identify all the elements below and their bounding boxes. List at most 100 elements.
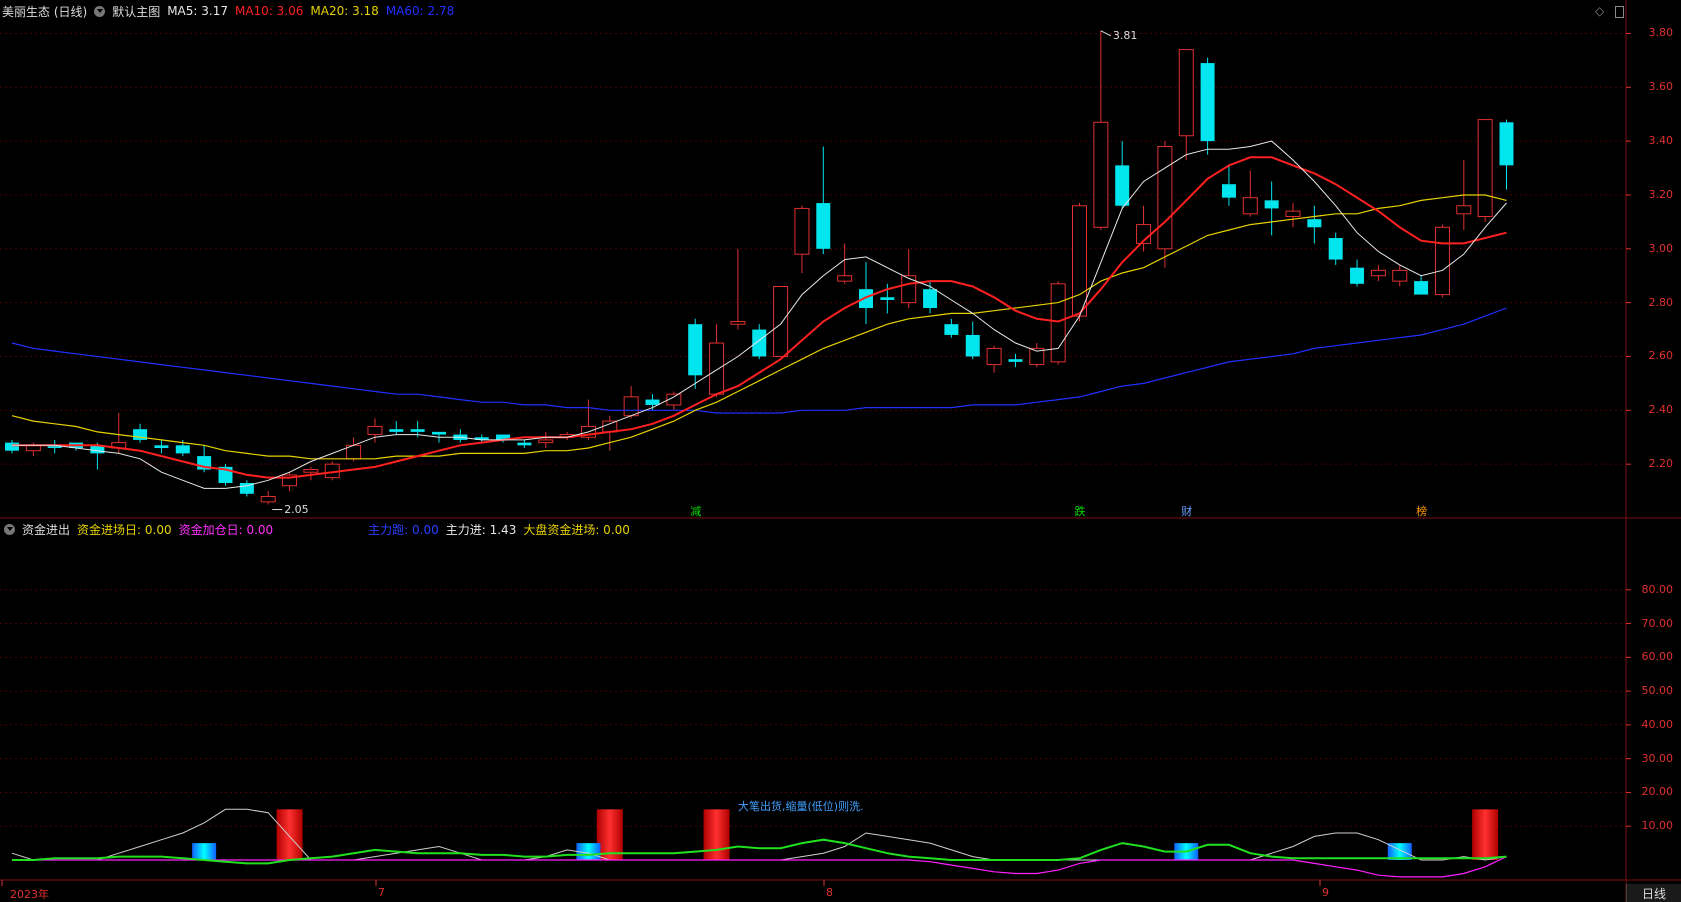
candle-body-up bbox=[367, 425, 383, 436]
price-axis-label: 2.40 bbox=[1648, 403, 1674, 417]
candle-body-up bbox=[260, 495, 276, 503]
candle-body-down bbox=[645, 399, 660, 405]
sub-magenta-line bbox=[12, 856, 1507, 878]
candle-body-up bbox=[1370, 269, 1386, 277]
candle-body-down bbox=[1307, 219, 1322, 228]
template-name[interactable]: 默认主图 bbox=[112, 3, 160, 20]
candle-body-down bbox=[1008, 359, 1023, 362]
sub-axis-label: 50.00 bbox=[1641, 684, 1674, 698]
candle-body-up bbox=[1285, 210, 1301, 218]
candle-body-down bbox=[1350, 267, 1365, 284]
candle-body-down bbox=[752, 329, 767, 357]
candle-body-up bbox=[1477, 119, 1493, 218]
candle-body-up bbox=[1392, 269, 1408, 282]
sub-cyan-bar bbox=[192, 843, 217, 860]
sub-white-line bbox=[11, 808, 1507, 861]
indicator-dropdown-icon[interactable] bbox=[4, 523, 15, 535]
candle-body-down bbox=[5, 442, 19, 451]
price-axis-label: 3.40 bbox=[1648, 134, 1674, 148]
ma10-line bbox=[12, 156, 1507, 479]
candle-body-down bbox=[1264, 200, 1279, 209]
ma20-readout: MA20: 3.18 bbox=[310, 4, 379, 18]
template-dropdown-icon[interactable] bbox=[94, 5, 106, 17]
candle-body-down bbox=[410, 429, 425, 432]
sub-red-bar bbox=[1472, 809, 1499, 860]
sub-axis-label: 30.00 bbox=[1641, 751, 1674, 765]
candle-body-down bbox=[389, 429, 404, 432]
signal-marker: 减 bbox=[690, 505, 702, 518]
price-axis-label: 2.80 bbox=[1648, 295, 1674, 309]
candle-body-up bbox=[1093, 121, 1109, 228]
price-axis-label: 3.00 bbox=[1648, 241, 1674, 255]
candle-body-up bbox=[623, 396, 639, 417]
candle-body-down bbox=[859, 289, 873, 309]
diamond-icon[interactable]: ◇ bbox=[1595, 4, 1604, 18]
candle-body-down bbox=[1328, 238, 1343, 260]
signal-marker: 跌 bbox=[1074, 505, 1086, 518]
signal-marker: 财 bbox=[1181, 505, 1193, 518]
ma5-readout: MA5: 3.17 bbox=[167, 4, 228, 18]
sub-axis-label: 80.00 bbox=[1641, 582, 1674, 596]
high-marker bbox=[1100, 30, 1112, 37]
sub-axis-label: 60.00 bbox=[1641, 650, 1674, 664]
candle-body-down bbox=[1115, 165, 1130, 206]
candle-body-up bbox=[1242, 197, 1258, 215]
candle-body-up bbox=[1178, 49, 1194, 137]
candle-body-up bbox=[1072, 205, 1087, 317]
sub-axis-label: 70.00 bbox=[1641, 616, 1674, 630]
high-price-label: 3.81 bbox=[1112, 28, 1138, 42]
candle-body-up bbox=[709, 342, 725, 395]
time-axis-label: 8 bbox=[826, 886, 833, 899]
candle-body-down bbox=[154, 445, 169, 449]
stock-title[interactable]: 美丽生态 (日线) bbox=[2, 3, 87, 20]
main-in-readout: 主力进: 1.43 bbox=[445, 522, 517, 537]
price-axis-label: 3.80 bbox=[1648, 26, 1674, 40]
big-entry-readout: 大盘资金进场: 0.00 bbox=[523, 522, 630, 537]
candle-body-down bbox=[175, 445, 190, 454]
sub-red-bar bbox=[703, 809, 730, 860]
sub-axis-label: 40.00 bbox=[1641, 717, 1674, 731]
sub-axis-label: 20.00 bbox=[1641, 785, 1674, 799]
candle-body-down bbox=[1200, 63, 1215, 142]
signal-marker: 榜 bbox=[1416, 505, 1428, 518]
candle-body-up bbox=[602, 420, 618, 433]
candle-body-up bbox=[730, 320, 746, 325]
candle-body-up bbox=[538, 439, 554, 444]
low-price-label: 2.05 bbox=[284, 502, 309, 516]
candle-body-up bbox=[837, 275, 853, 282]
ma5-line bbox=[12, 140, 1507, 489]
candle-body-down bbox=[816, 203, 831, 249]
candle-body-up bbox=[773, 285, 789, 357]
candle-body-up bbox=[1050, 283, 1066, 363]
stock-chart[interactable] bbox=[0, 0, 1681, 902]
candle-body-up bbox=[1434, 226, 1450, 296]
time-axis-label: 2023年 bbox=[10, 888, 49, 901]
candle-body-down bbox=[923, 289, 938, 309]
price-axis-label: 2.60 bbox=[1648, 349, 1674, 363]
candle-body-up bbox=[1456, 205, 1472, 215]
entry-day-readout: 资金进场日: 0.00 bbox=[77, 522, 172, 537]
sub-axis-label: 10.00 bbox=[1641, 819, 1674, 833]
candle-body-up bbox=[986, 347, 1002, 366]
candle-body-up bbox=[303, 469, 319, 473]
price-axis-label: 3.60 bbox=[1648, 80, 1674, 94]
candle-body-up bbox=[1157, 146, 1173, 250]
window-icon[interactable] bbox=[1615, 6, 1624, 18]
candle-body-down bbox=[880, 297, 895, 300]
period-tab-daily[interactable]: 日线 bbox=[1626, 884, 1681, 902]
ma10-readout: MA10: 3.06 bbox=[234, 4, 304, 18]
candle-body-down bbox=[1414, 281, 1429, 295]
candle-body-down bbox=[432, 431, 446, 435]
candle-body-down bbox=[965, 334, 980, 357]
sub-red-bar bbox=[276, 809, 303, 860]
candle-body-down bbox=[1221, 184, 1236, 198]
time-axis-label: 7 bbox=[378, 886, 385, 899]
candle-body-down bbox=[688, 324, 703, 376]
indicator-title[interactable]: 资金进出 bbox=[22, 521, 70, 538]
price-axis-label: 3.20 bbox=[1648, 187, 1674, 201]
candle-body-down bbox=[944, 324, 959, 335]
candle-body-down bbox=[1499, 122, 1514, 166]
sub-chart-header: 资金进出 资金进场日: 0.00 资金加仓日: 0.00 主力跑: 0.00 主… bbox=[4, 520, 637, 538]
signal-note: 大笔出货,缩量(低位)则洗. bbox=[738, 800, 864, 813]
main-out-readout: 主力跑: 0.00 bbox=[368, 522, 439, 537]
